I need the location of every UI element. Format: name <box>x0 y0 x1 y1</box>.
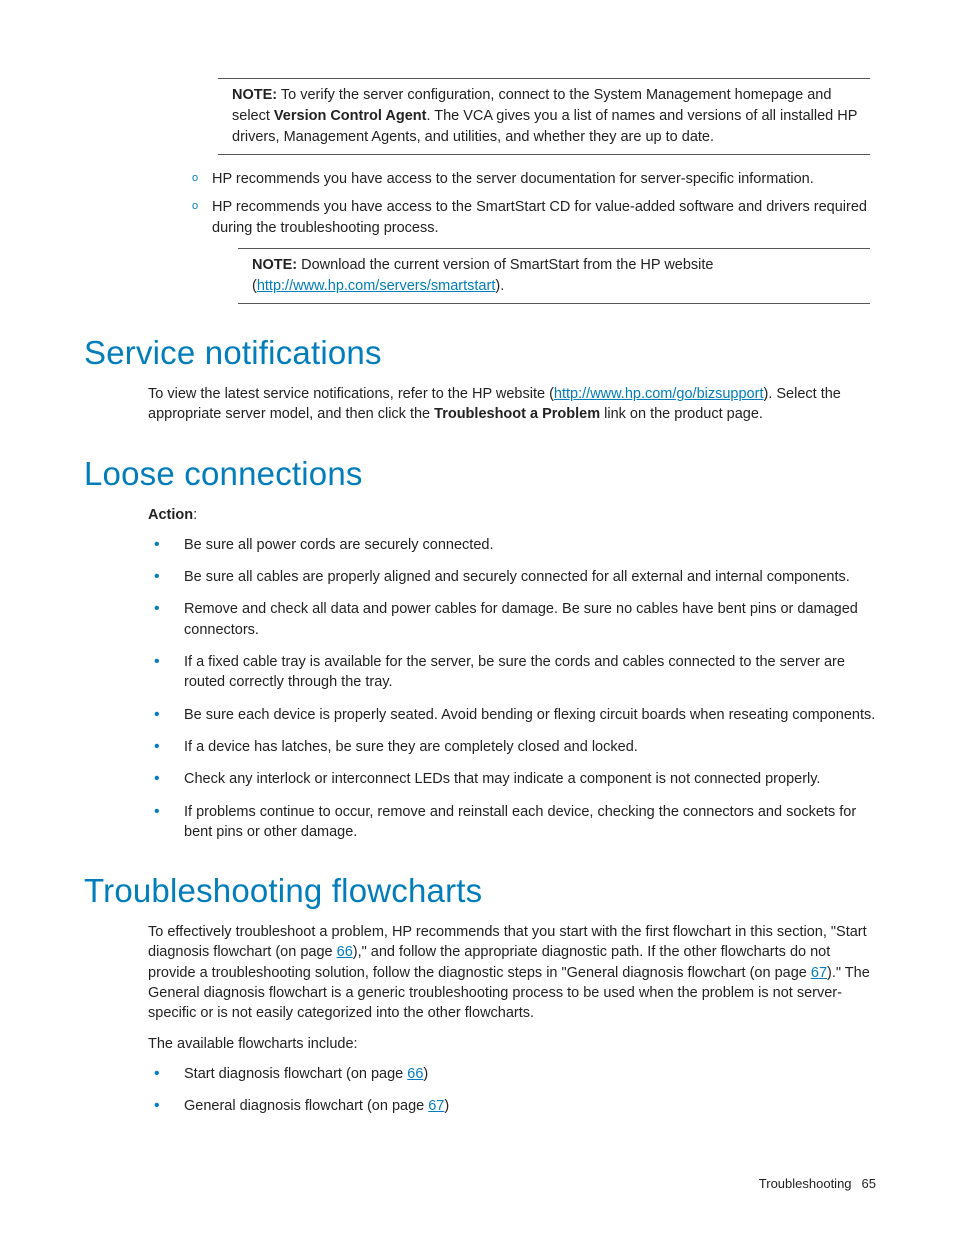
note-box-inner: NOTE: Download the current version of Sm… <box>238 248 870 304</box>
flow-paragraph-2: The available flowcharts include: <box>148 1034 876 1054</box>
recommend-list-wrap: HP recommends you have access to the ser… <box>192 169 876 304</box>
note-text-end: ). <box>495 278 504 294</box>
note-box: NOTE: To verify the server configuration… <box>218 78 870 155</box>
troubleshoot-link-label: Troubleshoot a Problem <box>434 406 600 422</box>
page-ref-66[interactable]: 66 <box>407 1066 423 1082</box>
smartstart-link[interactable]: http://www.hp.com/servers/smartstart <box>257 278 496 294</box>
page-footer: Troubleshooting 65 <box>759 1176 876 1191</box>
list-item: Be sure each device is properly seated. … <box>148 705 876 725</box>
list-item: Be sure all cables are properly aligned … <box>148 567 876 587</box>
text-fragment: link on the product page. <box>600 406 763 422</box>
page-ref-66[interactable]: 66 <box>337 944 353 960</box>
list-item-text: Check any interlock or interconnect LEDs… <box>184 771 820 787</box>
list-item: General diagnosis flowchart (on page 67) <box>148 1096 876 1116</box>
footer-section: Troubleshooting <box>759 1176 852 1191</box>
heading-service-notifications: Service notifications <box>84 334 876 372</box>
list-item: Be sure all power cords are securely con… <box>148 535 876 555</box>
list-item-text: If a fixed cable tray is available for t… <box>184 654 845 690</box>
text-fragment: Start diagnosis flowchart (on page <box>184 1066 407 1082</box>
flow-body: To effectively troubleshoot a problem, H… <box>148 922 876 1116</box>
service-paragraph: To view the latest service notifications… <box>148 384 876 425</box>
footer-page-number: 65 <box>862 1176 876 1191</box>
list-item-text: HP recommends you have access to the Sma… <box>212 199 867 235</box>
list-item: Remove and check all data and power cabl… <box>148 599 876 640</box>
service-body: To view the latest service notifications… <box>148 384 876 425</box>
note-prefix: NOTE: <box>252 257 297 273</box>
action-label-line: Action: <box>148 505 876 525</box>
list-item-text: Remove and check all data and power cabl… <box>184 601 858 637</box>
list-item: If a fixed cable tray is available for t… <box>148 652 876 693</box>
note-bold-vca: Version Control Agent <box>274 108 427 124</box>
list-item-text: If problems continue to occur, remove an… <box>184 804 856 840</box>
heading-loose-connections: Loose connections <box>84 455 876 493</box>
list-item-text: If a device has latches, be sure they ar… <box>184 739 638 755</box>
note-prefix: NOTE: <box>232 87 277 103</box>
action-list: Be sure all power cords are securely con… <box>148 535 876 842</box>
list-item: If a device has latches, be sure they ar… <box>148 737 876 757</box>
action-label: Action <box>148 507 193 523</box>
flow-paragraph-1: To effectively troubleshoot a problem, H… <box>148 922 876 1023</box>
list-item: HP recommends you have access to the Sma… <box>192 197 876 304</box>
note-box-container: NOTE: To verify the server configuration… <box>218 78 870 155</box>
flowchart-list: Start diagnosis flowchart (on page 66) G… <box>148 1064 876 1117</box>
list-item-text: Be sure all power cords are securely con… <box>184 537 494 553</box>
loose-body: Action: Be sure all power cords are secu… <box>148 505 876 843</box>
heading-troubleshooting-flowcharts: Troubleshooting flowcharts <box>84 872 876 910</box>
recommend-list: HP recommends you have access to the ser… <box>192 169 876 304</box>
list-item: Check any interlock or interconnect LEDs… <box>148 769 876 789</box>
text-fragment: To view the latest service notifications… <box>148 386 554 402</box>
list-item: If problems continue to occur, remove an… <box>148 802 876 843</box>
list-item-text: Be sure all cables are properly aligned … <box>184 569 850 585</box>
list-item: Start diagnosis flowchart (on page 66) <box>148 1064 876 1084</box>
text-fragment: ) <box>423 1066 428 1082</box>
text-fragment: ) <box>444 1098 449 1114</box>
list-item-text: HP recommends you have access to the ser… <box>212 171 814 187</box>
action-colon: : <box>193 507 197 523</box>
list-item-text: Be sure each device is properly seated. … <box>184 707 875 723</box>
page-ref-67[interactable]: 67 <box>811 965 827 981</box>
text-fragment: General diagnosis flowchart (on page <box>184 1098 428 1114</box>
document-page: NOTE: To verify the server configuration… <box>0 0 954 1235</box>
page-ref-67[interactable]: 67 <box>428 1098 444 1114</box>
list-item: HP recommends you have access to the ser… <box>192 169 876 189</box>
bizsupport-link[interactable]: http://www.hp.com/go/bizsupport <box>554 386 764 402</box>
